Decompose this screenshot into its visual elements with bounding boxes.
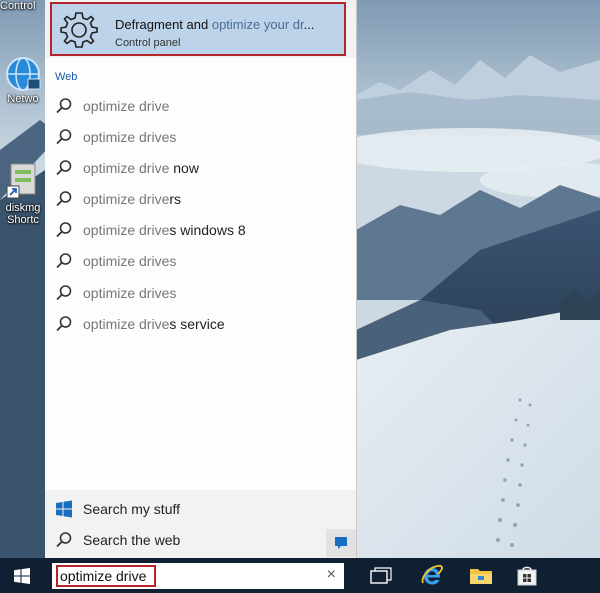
search-icon [56,129,72,145]
control-panel-desktop-label[interactable]: Control [0,0,35,12]
suggestion-text: optimize drives [83,253,177,269]
search-icon [56,532,72,548]
web-suggestion-item[interactable]: optimize drive [55,93,345,119]
search-icon [56,191,72,207]
diskmgmt-label-2: Shortc [7,214,39,226]
best-match-result[interactable]: Defragment and optimize your dr... Contr… [50,2,346,56]
web-suggestion-item[interactable]: optimize drives windows 8 [55,217,345,243]
taskbar-search-box: × [52,563,344,589]
internet-explorer-icon [421,564,443,585]
best-match-subtitle: Control panel [115,37,181,49]
suggestion-text: optimize drive now [83,160,199,176]
folder-icon [470,569,492,584]
network-desktop-icon[interactable]: Netwo [0,55,46,105]
search-icon [56,253,72,269]
suggestion-text: optimize drivers [83,191,182,207]
windows-icon [56,500,72,518]
search-input[interactable] [56,565,156,587]
suggestion-text: optimize drives service [83,316,225,332]
file-explorer-button[interactable] [466,562,496,590]
task-view-button[interactable] [366,562,396,590]
start-button[interactable] [0,558,44,593]
globe-icon [6,57,41,91]
search-icon [56,98,72,114]
web-suggestion-item[interactable]: optimize drives [55,280,345,306]
search-my-stuff-label: Search my stuff [83,501,181,517]
best-match-title: Defragment and optimize your dr... [115,17,315,32]
search-results-panel: Defragment and optimize your dr... Contr… [45,0,357,558]
suggestion-text: optimize drive [83,98,170,114]
gear-icon [60,12,98,48]
web-suggestion-item[interactable]: optimize drives service [55,311,345,337]
web-suggestion-item[interactable]: optimize drives [55,124,345,150]
web-results-area [45,58,356,490]
internet-explorer-button[interactable] [417,562,447,590]
suggestion-text: optimize drives windows 8 [83,222,246,238]
disk-icon [6,163,36,199]
search-icon [56,222,72,238]
web-suggestion-item[interactable]: optimize drivers [55,186,345,212]
store-icon [517,566,537,586]
suggestion-text: optimize drives [83,285,177,301]
search-icon [56,316,72,332]
search-icon [56,160,72,176]
taskbar: × [0,558,600,593]
search-icon [56,285,72,301]
windows-logo-icon [14,567,30,584]
search-the-web-button[interactable]: Search the web [55,528,180,552]
web-suggestion-item[interactable]: optimize drive now [55,155,345,181]
clear-search-icon[interactable]: × [327,566,336,584]
diskmgmt-label: diskmg [5,202,41,214]
feedback-icon [335,537,347,549]
network-label: Netwo [7,93,39,105]
suggestion-text: optimize drives [83,129,177,145]
search-my-stuff-button[interactable]: Search my stuff [55,497,180,521]
diskmgmt-desktop-icon[interactable]: diskmg Shortc [0,160,46,226]
search-the-web-label: Search the web [83,532,181,548]
web-section-header: Web [55,71,78,83]
web-suggestion-item[interactable]: optimize drives [55,248,345,274]
store-button[interactable] [512,562,542,590]
task-view-icon [370,567,392,584]
feedback-button[interactable] [326,529,356,557]
